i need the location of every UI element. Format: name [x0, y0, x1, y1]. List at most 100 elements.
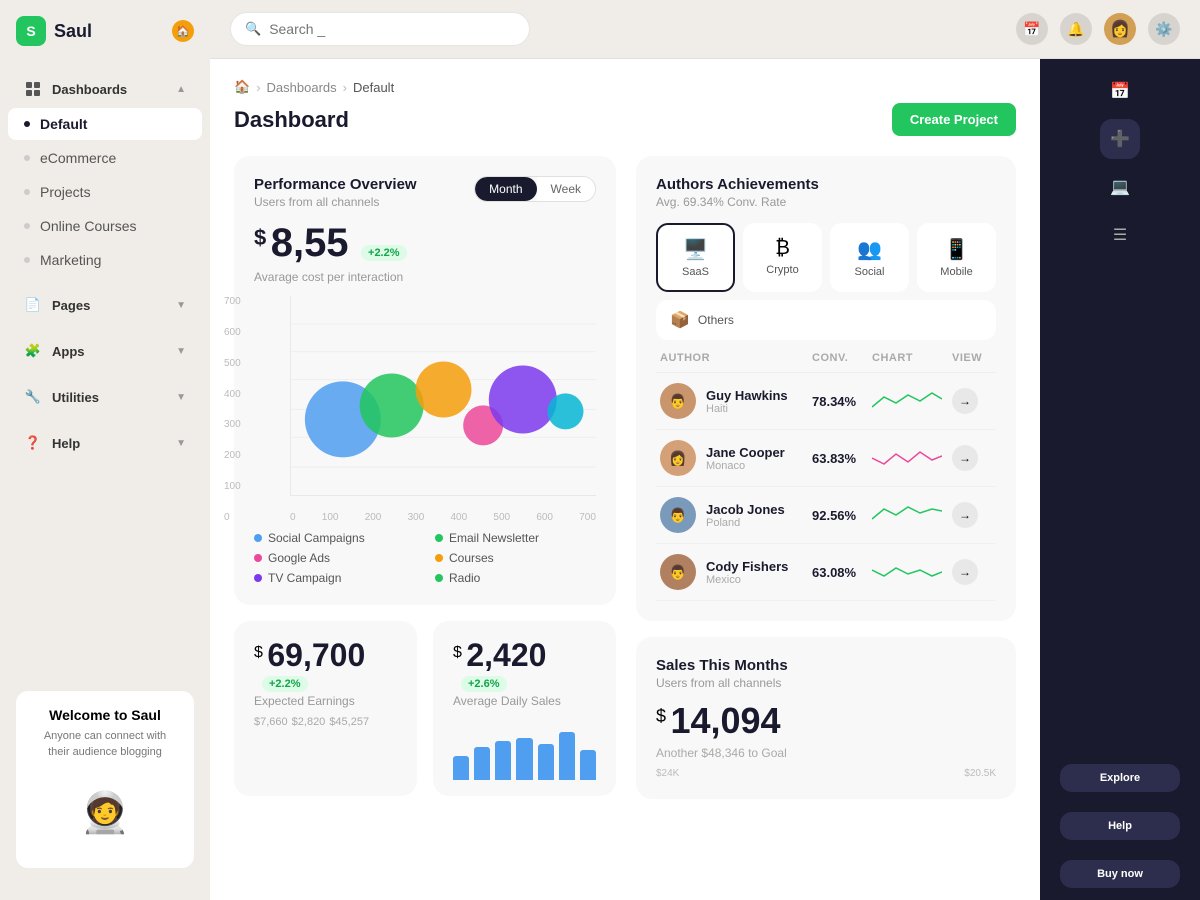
- sidebar-bottom: Welcome to Saul Anyone can connect with …: [0, 675, 210, 884]
- mobile-icon: 📱: [927, 237, 986, 262]
- settings-icon[interactable]: ⚙️: [1148, 13, 1180, 45]
- menu-panel-icon[interactable]: ☰: [1100, 215, 1140, 255]
- bottom-stats: $ 69,700 +2.2% Expected Earnings $7,660 …: [234, 621, 616, 796]
- astronaut-image: 🧑‍🚀: [32, 772, 178, 852]
- author-name-jacob: Jacob Jones: [706, 502, 785, 517]
- authors-table-header: Author Conv. Chart View: [656, 352, 996, 373]
- create-project-button[interactable]: Create Project: [892, 103, 1016, 136]
- sidebar-item-dashboards[interactable]: Dashboards ▲: [8, 72, 202, 106]
- performance-card: Performance Overview Users from all chan…: [234, 156, 616, 605]
- chart-jacob: [872, 503, 952, 527]
- bar-2: [474, 747, 490, 780]
- legend-social-campaigns: Social Campaigns: [254, 531, 415, 545]
- add-panel-icon[interactable]: ➕: [1100, 119, 1140, 159]
- sales-goal: Another $48,346 to Goal: [656, 746, 996, 760]
- left-column: Performance Overview Users from all chan…: [234, 156, 616, 799]
- chart-guy: [872, 389, 952, 413]
- calendar-icon[interactable]: 📅: [1016, 13, 1048, 45]
- col-view: View: [952, 352, 992, 364]
- card-header: Performance Overview Users from all chan…: [254, 176, 596, 209]
- app-name: Saul: [54, 21, 92, 42]
- search-input[interactable]: [269, 21, 515, 37]
- mini-bar-chart: [453, 720, 596, 780]
- performance-title: Performance Overview: [254, 176, 417, 193]
- nav-help: ❓ Help ▼: [0, 420, 210, 466]
- legend-radio: Radio: [435, 571, 596, 585]
- cat-tab-mobile[interactable]: 📱 Mobile: [917, 223, 996, 292]
- sidebar-item-utilities[interactable]: 🔧 Utilities ▼: [8, 380, 202, 414]
- author-row-jacob: 👨 Jacob Jones Poland 92.56%: [656, 487, 996, 544]
- sidebar-item-apps[interactable]: 🧩 Apps ▼: [8, 334, 202, 368]
- search-icon: 🔍: [245, 21, 261, 37]
- chevron-icon: ▼: [176, 438, 186, 449]
- metric-label: Avarage cost per interaction: [254, 270, 596, 284]
- dot-icon: [24, 257, 30, 263]
- view-btn-cody[interactable]: →: [952, 559, 978, 585]
- axis-label-2: $20.5K: [964, 768, 996, 779]
- authors-card: Authors Achievements Avg. 69.34% Conv. R…: [636, 156, 1016, 621]
- logo-icon: S: [16, 16, 46, 46]
- sidebar-item-projects[interactable]: Projects: [8, 176, 202, 208]
- nav-dashboards: Dashboards ▲ Default eCommerce Projects …: [0, 66, 210, 282]
- view-btn-jane[interactable]: →: [952, 445, 978, 471]
- sidebar-item-online-courses[interactable]: Online Courses: [8, 210, 202, 242]
- dot-icon: [24, 223, 30, 229]
- buy-now-btn[interactable]: Buy now: [1060, 860, 1180, 888]
- author-loc-guy: Haiti: [706, 403, 788, 415]
- cat-tab-others[interactable]: 📦 Others: [656, 300, 996, 340]
- conv-cody: 63.08%: [812, 565, 872, 580]
- chart-container: 700 600 500 400 300 200 100 0: [254, 296, 596, 523]
- avg-daily-sales-value: 2,420: [466, 637, 546, 673]
- metric-value: 8,55: [271, 221, 349, 265]
- sales-title: Sales This Months: [656, 657, 996, 674]
- breadcrumb-current: Default: [353, 80, 394, 95]
- dashboard-columns: Performance Overview Users from all chan…: [234, 156, 1016, 799]
- conv-jane: 63.83%: [812, 451, 872, 466]
- sales-card: Sales This Months Users from all channel…: [636, 637, 1016, 799]
- cat-tab-social[interactable]: 👥 Social: [830, 223, 909, 292]
- breadcrumb-home[interactable]: 🏠: [234, 79, 250, 95]
- code-panel-icon[interactable]: 💻: [1100, 167, 1140, 207]
- page-header: Dashboard Create Project: [234, 103, 1016, 136]
- content-main: 🏠 › Dashboards › Default Dashboard Creat…: [210, 59, 1040, 900]
- breadcrumb-dashboards[interactable]: Dashboards: [267, 80, 337, 95]
- tab-week[interactable]: Week: [537, 177, 595, 201]
- conv-jacob: 92.56%: [812, 508, 872, 523]
- author-row-guy: 👨 Guy Hawkins Haiti 78.34%: [656, 373, 996, 430]
- bubble-chart: [290, 296, 596, 496]
- social-icon: 👥: [840, 237, 899, 262]
- help-btn[interactable]: Help: [1060, 812, 1180, 840]
- view-btn-jacob[interactable]: →: [952, 502, 978, 528]
- view-btn-guy[interactable]: →: [952, 388, 978, 414]
- author-name-guy: Guy Hawkins: [706, 388, 788, 403]
- sidebar-item-pages[interactable]: 📄 Pages ▼: [8, 288, 202, 322]
- legend-google-ads: Google Ads: [254, 551, 415, 565]
- grid-icon: [24, 80, 42, 98]
- calendar-panel-icon[interactable]: 📅: [1100, 71, 1140, 111]
- search-box[interactable]: 🔍: [230, 12, 530, 46]
- saas-icon: 🖥️: [666, 237, 725, 262]
- sidebar-item-marketing[interactable]: Marketing: [8, 244, 202, 276]
- page-title: Dashboard: [234, 107, 349, 133]
- sidebar-item-ecommerce[interactable]: eCommerce: [8, 142, 202, 174]
- sidebar-item-default[interactable]: Default: [8, 108, 202, 140]
- author-info-cody: 👨 Cody Fishers Mexico: [660, 554, 812, 590]
- others-icon: 📦: [670, 310, 690, 330]
- sidebar-item-help[interactable]: ❓ Help ▼: [8, 426, 202, 460]
- help-icon: ❓: [24, 434, 42, 452]
- avatar-jacob: 👨: [660, 497, 696, 533]
- sales-value: 14,094: [670, 700, 780, 741]
- cat-tab-crypto[interactable]: ₿ Crypto: [743, 223, 822, 292]
- tab-month[interactable]: Month: [475, 177, 536, 201]
- notification-icon[interactable]: 🔔: [1060, 13, 1092, 45]
- chevron-icon: ▼: [176, 300, 186, 311]
- content-wrapper: 🏠 › Dashboards › Default Dashboard Creat…: [210, 59, 1200, 900]
- explore-btn[interactable]: Explore: [1060, 764, 1180, 792]
- avatar-jane: 👩: [660, 440, 696, 476]
- cat-tab-saas[interactable]: 🖥️ SaaS: [656, 223, 735, 292]
- author-info-guy: 👨 Guy Hawkins Haiti: [660, 383, 812, 419]
- authors-title: Authors Achievements: [656, 176, 996, 193]
- dot-icon: [24, 189, 30, 195]
- avatar[interactable]: 👩: [1104, 13, 1136, 45]
- bar-3: [495, 741, 511, 780]
